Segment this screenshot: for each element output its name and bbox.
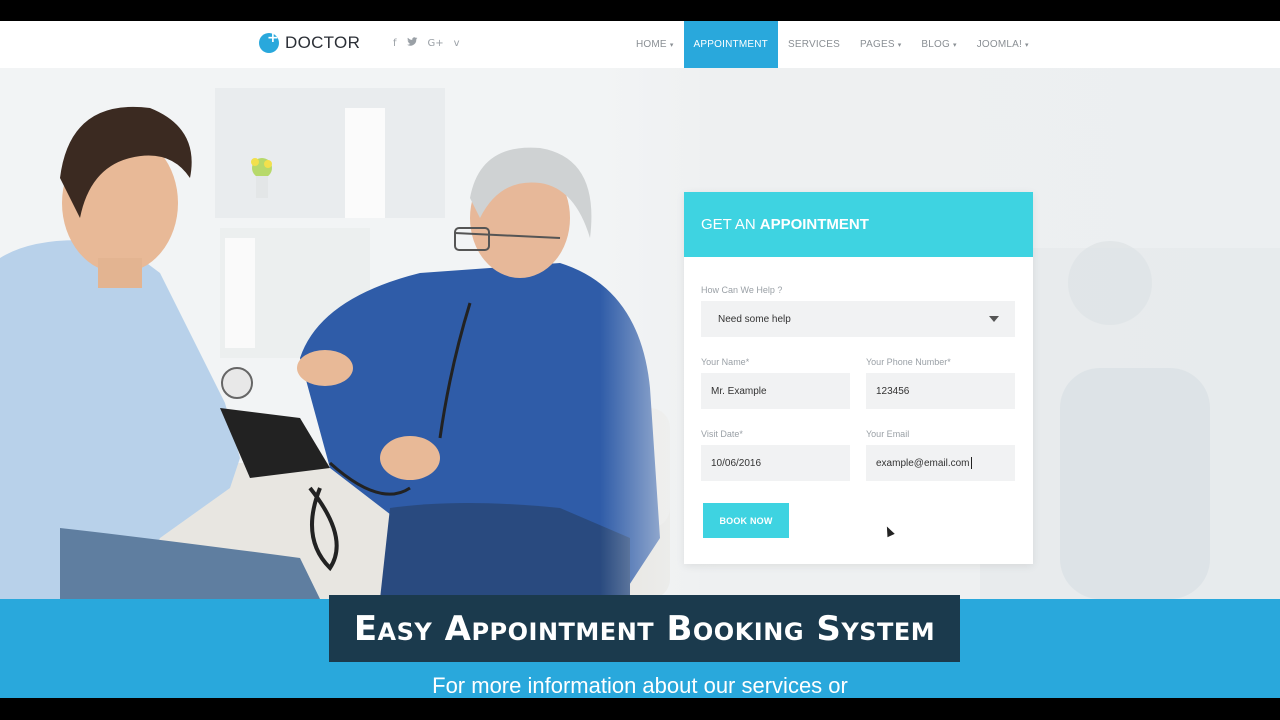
logo-text: DOCTOR [285,33,361,52]
site-header: DOCTOR f G+ v HOME▾ APPOINTMENT SERVICES… [0,21,1280,69]
caret-down-icon [989,316,999,322]
form-title: GET AN APPOINTMENT [684,192,1033,257]
book-now-button[interactable]: BOOK NOW [703,503,789,538]
appointment-form: GET AN APPOINTMENT How Can We Help ? Need… [684,192,1033,564]
twitter-icon[interactable] [406,37,418,51]
logo[interactable]: DOCTOR [259,30,361,53]
subcaption-text: For more information about our services … [432,673,848,698]
logo-icon [259,30,279,53]
website-viewport: DOCTOR f G+ v HOME▾ APPOINTMENT SERVICES… [0,21,1280,698]
main-nav: HOME ▾ APPOINTMENT SERVICES PAGES ▾ BLOG ▾ … [626,21,1039,68]
date-label: Visit Date* [701,429,743,439]
name-label: Your Name* [701,357,750,367]
phone-label: Your Phone Number* [866,357,951,367]
hero-photo-doctor-patient [0,68,1280,599]
chevron-down-icon: ▾ [953,41,957,49]
nav-item-pages[interactable]: PAGES ▾ [850,21,911,68]
chevron-down-icon: ▾ [1025,41,1029,49]
email-label: Your Email [866,429,910,439]
nav-item-services[interactable]: SERVICES [778,21,850,68]
nav-item-appointment[interactable]: APPOINTMENT [683,21,778,68]
text-cursor [970,457,972,469]
visit-date-field[interactable]: 10/06/2016 [701,445,850,481]
chevron-down-icon: ▾ [669,41,674,49]
facebook-icon[interactable]: f [393,37,397,51]
help-select[interactable]: Need some help [701,301,1015,337]
nav-item-joomla[interactable]: JOOMLA! ▾ [967,21,1039,68]
name-field[interactable]: Mr. Example [701,373,850,409]
hero-section: GET AN APPOINTMENT How Can We Help ? Need… [0,68,1280,599]
phone-field[interactable]: 123456 [866,373,1015,409]
video-letterbox-top [0,0,1280,21]
caption-band: Easy Appointment Booking System For more… [0,595,1280,698]
email-field[interactable]: example@email.com [866,445,1015,481]
google-plus-icon[interactable]: G+ [428,37,444,51]
social-links: f G+ v [393,37,460,51]
nav-item-blog[interactable]: BLOG ▾ [911,21,966,68]
help-label: How Can We Help ? [701,285,783,295]
nav-item-home[interactable]: HOME ▾ [626,21,684,68]
caption-box: Easy Appointment Booking System [329,595,960,662]
vine-icon[interactable]: v [454,37,460,51]
chevron-down-icon: ▾ [897,41,902,49]
video-caption: Easy Appointment Booking System [353,608,936,649]
video-letterbox-bottom [0,698,1280,720]
